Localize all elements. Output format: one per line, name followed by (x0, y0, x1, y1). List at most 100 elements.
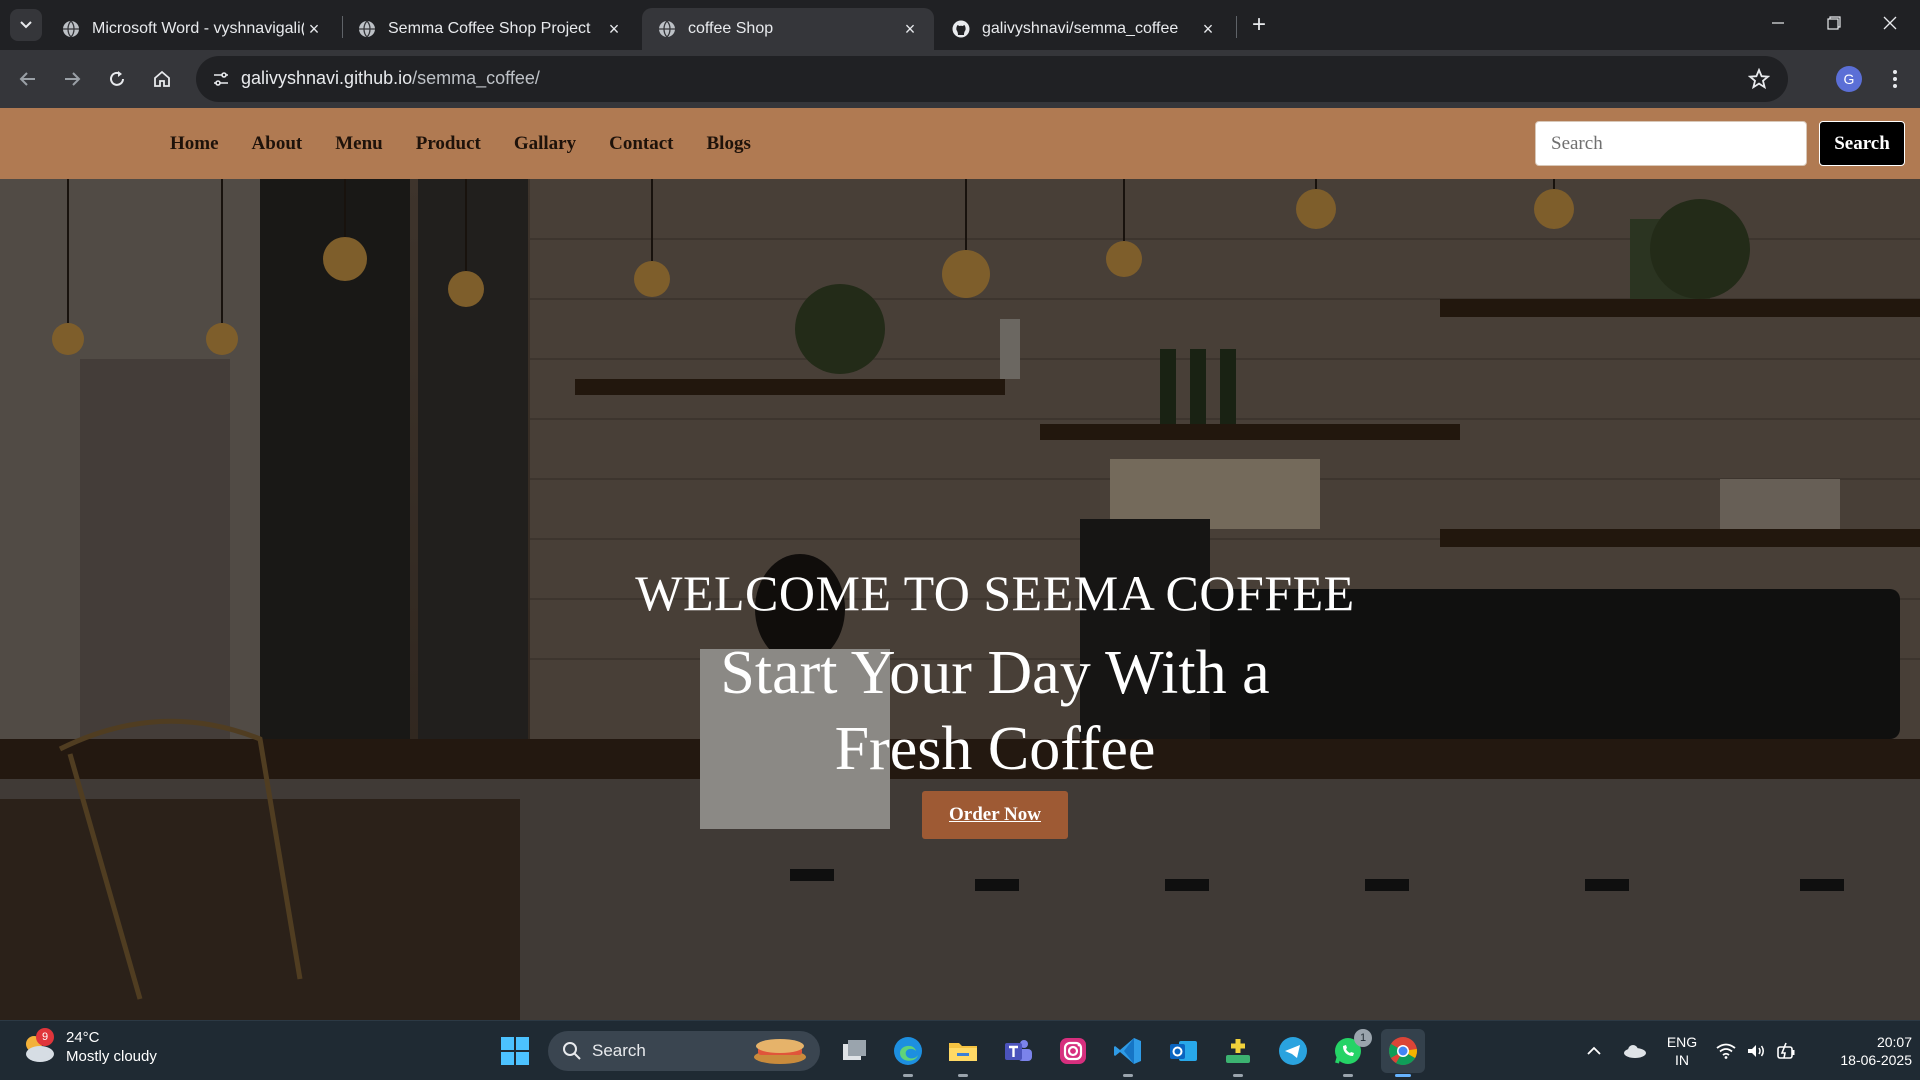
taskbar-app-outlook[interactable] (1165, 1033, 1201, 1069)
weather-widget[interactable]: 9 24°C Mostly cloudy (20, 1028, 157, 1067)
onedrive-tray[interactable] (1620, 1021, 1650, 1080)
battery-charging-icon (1777, 1042, 1795, 1059)
task-view-icon (843, 1040, 866, 1060)
taskbar-app-vscode[interactable] (1110, 1033, 1146, 1077)
clock-date: 18-06-2025 (1840, 1052, 1912, 1068)
arrow-left-icon (19, 72, 35, 86)
clock-time: 20:07 (1876, 1034, 1912, 1050)
taskbar-search-box[interactable]: Search (548, 1031, 820, 1071)
nav-menu: Home About Menu Product Gallary Contact … (170, 108, 784, 179)
profile-avatar[interactable]: G (1836, 66, 1862, 92)
close-window-button[interactable] (1862, 0, 1918, 46)
running-indicator (1123, 1074, 1133, 1077)
telegram-icon (1279, 1037, 1307, 1065)
taskbar-app-instagram[interactable] (1055, 1033, 1091, 1069)
nav-link-gallary[interactable]: Gallary (514, 133, 576, 155)
taskbar-app-telegram[interactable] (1275, 1033, 1311, 1069)
address-bar[interactable]: galivyshnavi.github.io/semma_coffee/ (196, 56, 1788, 102)
browser-toolbar: galivyshnavi.github.io/semma_coffee/ G (0, 50, 1920, 108)
bookmark-star-icon[interactable] (1748, 68, 1770, 90)
nav-link-home[interactable]: Home (170, 133, 219, 155)
home-button[interactable] (146, 63, 178, 95)
tab-coffee-shop[interactable]: coffee Shop × (642, 8, 934, 50)
tab-github-repo[interactable]: galivyshnavi/semma_coffee × (936, 8, 1232, 50)
site-navbar: Home About Menu Product Gallary Contact … (0, 108, 1920, 179)
home-icon (154, 70, 170, 87)
close-icon[interactable]: × (900, 19, 920, 39)
taskbar-app-edge[interactable] (890, 1033, 926, 1077)
tab-title: Semma Coffee Shop Project (388, 20, 591, 37)
taskbar-search-label: Search (592, 1041, 646, 1060)
language-code: ENG (1666, 1034, 1698, 1050)
wifi-icon (1716, 1043, 1736, 1059)
vscode-icon (1114, 1038, 1141, 1064)
browser-tab-strip: Microsoft Word - vyshnavigali(2 × Semma … (0, 0, 1920, 50)
taskbar-app-teams[interactable] (1000, 1033, 1036, 1069)
weather-cloud-icon: 9 (20, 1028, 56, 1066)
hero-welcome-heading: WELCOME TO SEEMA COFFEE (635, 565, 1355, 621)
running-indicator (1233, 1074, 1243, 1077)
volume-tray[interactable] (1744, 1021, 1768, 1080)
new-tab-button[interactable]: + (1244, 10, 1274, 40)
nav-link-product[interactable]: Product (416, 133, 481, 155)
whatsapp-badge: 1 (1354, 1029, 1372, 1047)
chevron-up-icon (1587, 1046, 1601, 1055)
nav-link-about[interactable]: About (252, 133, 303, 155)
restore-icon (1827, 16, 1841, 30)
reload-button[interactable] (101, 63, 133, 95)
tab-search-button[interactable] (10, 9, 42, 41)
site-search-input[interactable] (1535, 121, 1807, 166)
taskbar-app-whatsapp[interactable]: 1 (1330, 1029, 1372, 1077)
hero-tagline-line1: Start Your Day With a (720, 639, 1270, 707)
network-tray[interactable] (1714, 1021, 1738, 1080)
hero-tagline-line2: Fresh Coffee (834, 715, 1156, 783)
cloud-icon (1624, 1045, 1646, 1058)
hero-content: WELCOME TO SEEMA COFFEE Start Your Day W… (0, 563, 1920, 839)
arrow-right-icon (65, 72, 81, 86)
tab-title: Microsoft Word - vyshnavigali(2 (92, 20, 304, 37)
system-clock[interactable]: 20:07 18-06-2025 (1812, 1033, 1912, 1069)
back-button[interactable] (12, 63, 44, 95)
show-hidden-icons-button[interactable] (1582, 1021, 1606, 1080)
nav-link-contact[interactable]: Contact (609, 133, 673, 155)
browser-menu-button[interactable] (1880, 64, 1910, 94)
tab-semma-project[interactable]: Semma Coffee Shop Project × (342, 8, 638, 50)
close-icon[interactable]: × (604, 19, 624, 39)
close-icon[interactable]: × (1198, 19, 1218, 39)
taskbar-app-file-explorer[interactable] (945, 1033, 981, 1077)
edge-icon (894, 1037, 922, 1065)
url-path: /semma_coffee/ (412, 68, 540, 88)
running-indicator (1395, 1074, 1411, 1077)
teams-icon (1005, 1040, 1032, 1061)
github-icon (952, 20, 970, 38)
hero-section: WELCOME TO SEEMA COFFEE Start Your Day W… (0, 179, 1920, 1020)
close-icon (1883, 16, 1897, 30)
search-icon (563, 1042, 581, 1060)
nav-link-menu[interactable]: Menu (335, 133, 383, 155)
reload-icon (110, 71, 124, 86)
site-search-button[interactable]: Search (1819, 121, 1905, 166)
web-page: Home About Menu Product Gallary Contact … (0, 108, 1920, 1020)
minimize-button[interactable] (1750, 0, 1806, 46)
taskbar-app-plus[interactable] (1220, 1033, 1256, 1077)
nav-link-blogs[interactable]: Blogs (707, 133, 751, 155)
language-indicator[interactable]: ENG IN (1664, 1033, 1700, 1069)
running-indicator (903, 1074, 913, 1077)
taskbar-app-chrome[interactable] (1381, 1029, 1425, 1077)
forward-button[interactable] (56, 63, 88, 95)
chrome-icon (1389, 1037, 1417, 1065)
url-text: galivyshnavi.github.io/semma_coffee/ (241, 68, 540, 89)
battery-tray[interactable] (1774, 1021, 1798, 1080)
start-button[interactable] (500, 1036, 530, 1066)
tab-title: galivyshnavi/semma_coffee (982, 20, 1179, 37)
tab-word-document[interactable]: Microsoft Word - vyshnavigali(2 × (46, 8, 338, 50)
site-info-button[interactable] (206, 64, 236, 94)
order-now-button[interactable]: Order Now (922, 791, 1068, 839)
windows-taskbar: 9 24°C Mostly cloudy Search 1 ENG IN 20:… (0, 1020, 1920, 1080)
restore-button[interactable] (1806, 0, 1862, 46)
close-icon[interactable]: × (304, 19, 324, 39)
running-indicator (1343, 1074, 1353, 1077)
weather-temperature: 24°C (66, 1029, 100, 1046)
taskbar-app-task-view[interactable] (836, 1033, 872, 1069)
tune-icon (214, 72, 228, 86)
